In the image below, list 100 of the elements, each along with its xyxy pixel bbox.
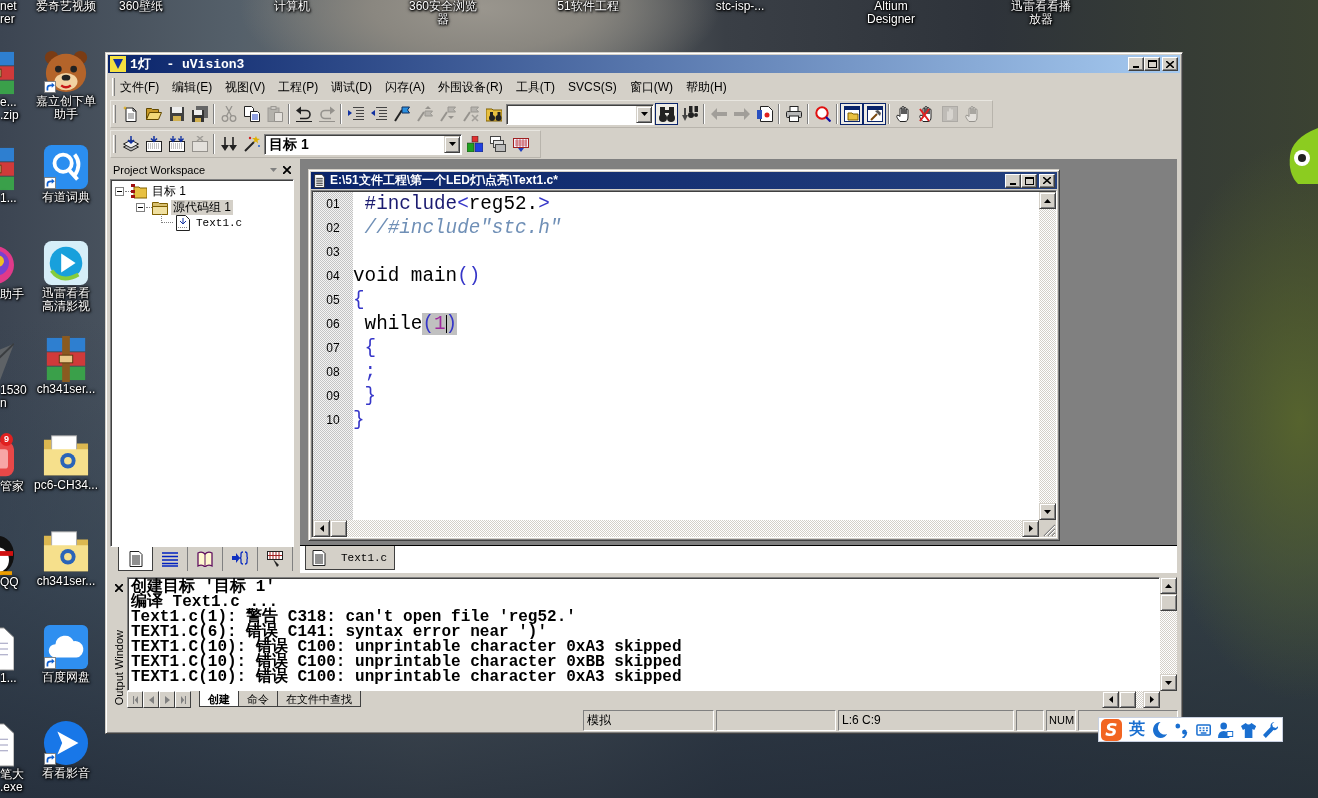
- dropdown-button[interactable]: [444, 135, 460, 153]
- scroll-right-button[interactable]: [1022, 520, 1039, 537]
- user-icon[interactable]: [1218, 721, 1234, 738]
- close-button[interactable]: [1039, 173, 1055, 188]
- menu-item[interactable]: 文件(F): [115, 78, 165, 96]
- log-line: TEXT1.C(10): 错误 C100: unprintable character 0xA3 skipped: [131, 640, 682, 655]
- output-tab[interactable]: 命令: [238, 691, 278, 707]
- desktop-shortcut[interactable]: ch341ser...: [36, 526, 96, 622]
- scroll-down-button[interactable]: [1160, 674, 1177, 691]
- new-file-icon: [122, 106, 139, 122]
- vertical-scrollbar[interactable]: [1160, 577, 1177, 691]
- desktop-shortcut[interactable]: 1...: [0, 622, 17, 685]
- keyboard-icon[interactable]: [1196, 721, 1212, 738]
- hand-cross-icon: [918, 106, 935, 122]
- shirt-icon[interactable]: [1240, 721, 1256, 738]
- output-tab[interactable]: 创建: [199, 691, 239, 707]
- target-combo[interactable]: 目标 1: [264, 133, 462, 155]
- window-hammer-button[interactable]: [863, 103, 886, 125]
- desktop-shortcut[interactable]: pc6-CH34...: [34, 430, 98, 526]
- menu-item[interactable]: 工具(T): [510, 78, 560, 96]
- menu-item[interactable]: 调试(D): [326, 78, 377, 96]
- desktop-shortcut-label[interactable]: 计算机: [274, 0, 310, 13]
- line-number: 01: [326, 197, 340, 211]
- close-button[interactable]: [1162, 57, 1178, 71]
- minimize-button[interactable]: [1128, 57, 1144, 71]
- scrollbar-thumb[interactable]: [1160, 594, 1177, 611]
- panel-tab[interactable]: [118, 547, 153, 571]
- minus-box-icon[interactable]: [136, 202, 145, 212]
- line-number: 08: [326, 365, 340, 379]
- maximize-icon: [1147, 60, 1157, 68]
- desktop-shortcut-label[interactable]: Altium Designer: [867, 0, 915, 26]
- window-arrow-icon: [145, 136, 162, 152]
- close-icon[interactable]: [283, 166, 291, 174]
- document-tab[interactable]: Text1.c: [305, 546, 395, 570]
- menu-item[interactable]: 窗口(W): [624, 78, 678, 96]
- moon-icon[interactable]: [1151, 721, 1168, 738]
- desktop-shortcut[interactable]: e... .zip: [0, 46, 19, 122]
- horizontal-scrollbar[interactable]: [313, 520, 1039, 537]
- code-area[interactable]: #include<reg52.> //#include"stc.h" void main() { while(1) { ; } }: [353, 192, 1039, 520]
- bear-face-icon: [43, 48, 89, 94]
- desktop-shortcut[interactable]: 1530 n: [0, 334, 27, 410]
- menu-item[interactable]: 视图(V): [220, 78, 271, 96]
- scroll-down-button[interactable]: [1039, 503, 1056, 520]
- desktop-shortcut[interactable]: 笔大 .exe: [0, 718, 24, 794]
- desktop-shortcut[interactable]: 看看影音: [42, 718, 90, 798]
- scroll-left-button[interactable]: [313, 520, 330, 537]
- desktop-shortcut[interactable]: 1...: [0, 142, 17, 205]
- dropdown-button[interactable]: [636, 105, 652, 123]
- menu-item[interactable]: 帮助(H): [681, 78, 732, 96]
- search-combo[interactable]: [506, 103, 654, 125]
- toolbar-gripper[interactable]: [113, 105, 116, 123]
- wrench-icon[interactable]: [1262, 721, 1278, 738]
- desktop-shortcut[interactable]: 嘉立创下单助手: [35, 46, 97, 142]
- desktop-shortcut[interactable]: 管家 9: [0, 430, 24, 493]
- desktop-shortcut[interactable]: 百度网盘: [42, 622, 90, 718]
- scrollbar-thumb[interactable]: [1119, 691, 1136, 708]
- scroll-left-button[interactable]: [1102, 691, 1119, 708]
- toolbar-gripper[interactable]: [112, 78, 115, 96]
- code-line: void main(): [353, 265, 481, 287]
- scroll-up-button[interactable]: [1160, 577, 1177, 594]
- dropdown-arrow-icon[interactable]: [270, 168, 277, 172]
- desktop-shortcut-label[interactable]: 360壁纸: [119, 0, 163, 13]
- maximize-button[interactable]: [1021, 173, 1037, 188]
- desktop-shortcut[interactable]: 有道词典: [42, 142, 90, 238]
- desktop-shortcut[interactable]: 迅雷看看高清影视: [41, 238, 91, 334]
- desktop-shortcut[interactable]: ch341ser...: [36, 334, 96, 430]
- scroll-up-button[interactable]: [1039, 192, 1056, 209]
- dot-comma-icon[interactable]: [1174, 721, 1190, 738]
- tree-item[interactable]: 目标 1: [150, 183, 188, 199]
- menu-item[interactable]: 编辑(E): [167, 78, 218, 96]
- desktop-shortcut-label[interactable]: 迅雷看看播放器: [1009, 0, 1073, 26]
- menu-item[interactable]: 工程(P): [273, 78, 324, 96]
- toolbar-gripper[interactable]: [113, 135, 116, 153]
- maximize-icon: [1024, 176, 1034, 185]
- scroll-right-button[interactable]: [1143, 691, 1160, 708]
- up-triangle-icon: [1165, 583, 1172, 588]
- horizontal-scrollbar[interactable]: [1102, 691, 1160, 708]
- minimize-button[interactable]: [1005, 173, 1021, 188]
- tree-item[interactable]: Text1.c: [194, 215, 245, 231]
- minus-box-icon[interactable]: [115, 186, 124, 196]
- desktop-shortcut-label[interactable]: stc-isp-...: [715, 0, 765, 13]
- scrollbar-thumb[interactable]: [330, 520, 347, 537]
- menu-item[interactable]: SVCS(S): [563, 78, 622, 96]
- desktop-shortcut[interactable]: QQ: [0, 526, 19, 589]
- binoculars-button[interactable]: [655, 103, 678, 125]
- menu-item[interactable]: 外围设备(R): [433, 78, 508, 96]
- desktop-shortcut[interactable]: 助手: [0, 238, 24, 301]
- book-icon: [197, 551, 213, 567]
- tree-item[interactable]: 源代码组 1: [171, 199, 233, 215]
- maximize-button[interactable]: [1144, 57, 1160, 71]
- desktop-shortcut-label[interactable]: 爱奇艺视频: [36, 0, 96, 13]
- document-icon: [311, 549, 327, 566]
- menu-item[interactable]: 闪存(A): [380, 78, 430, 96]
- close-icon[interactable]: [114, 584, 123, 592]
- vertical-scrollbar[interactable]: [1039, 192, 1056, 520]
- language-toggle[interactable]: 英: [1128, 719, 1145, 740]
- window-folder-button[interactable]: [840, 103, 863, 125]
- output-tab[interactable]: 在文件中查找: [277, 691, 361, 707]
- desktop-shortcut-label[interactable]: net rer: [0, 0, 17, 26]
- magnifier-icon: [814, 106, 831, 122]
